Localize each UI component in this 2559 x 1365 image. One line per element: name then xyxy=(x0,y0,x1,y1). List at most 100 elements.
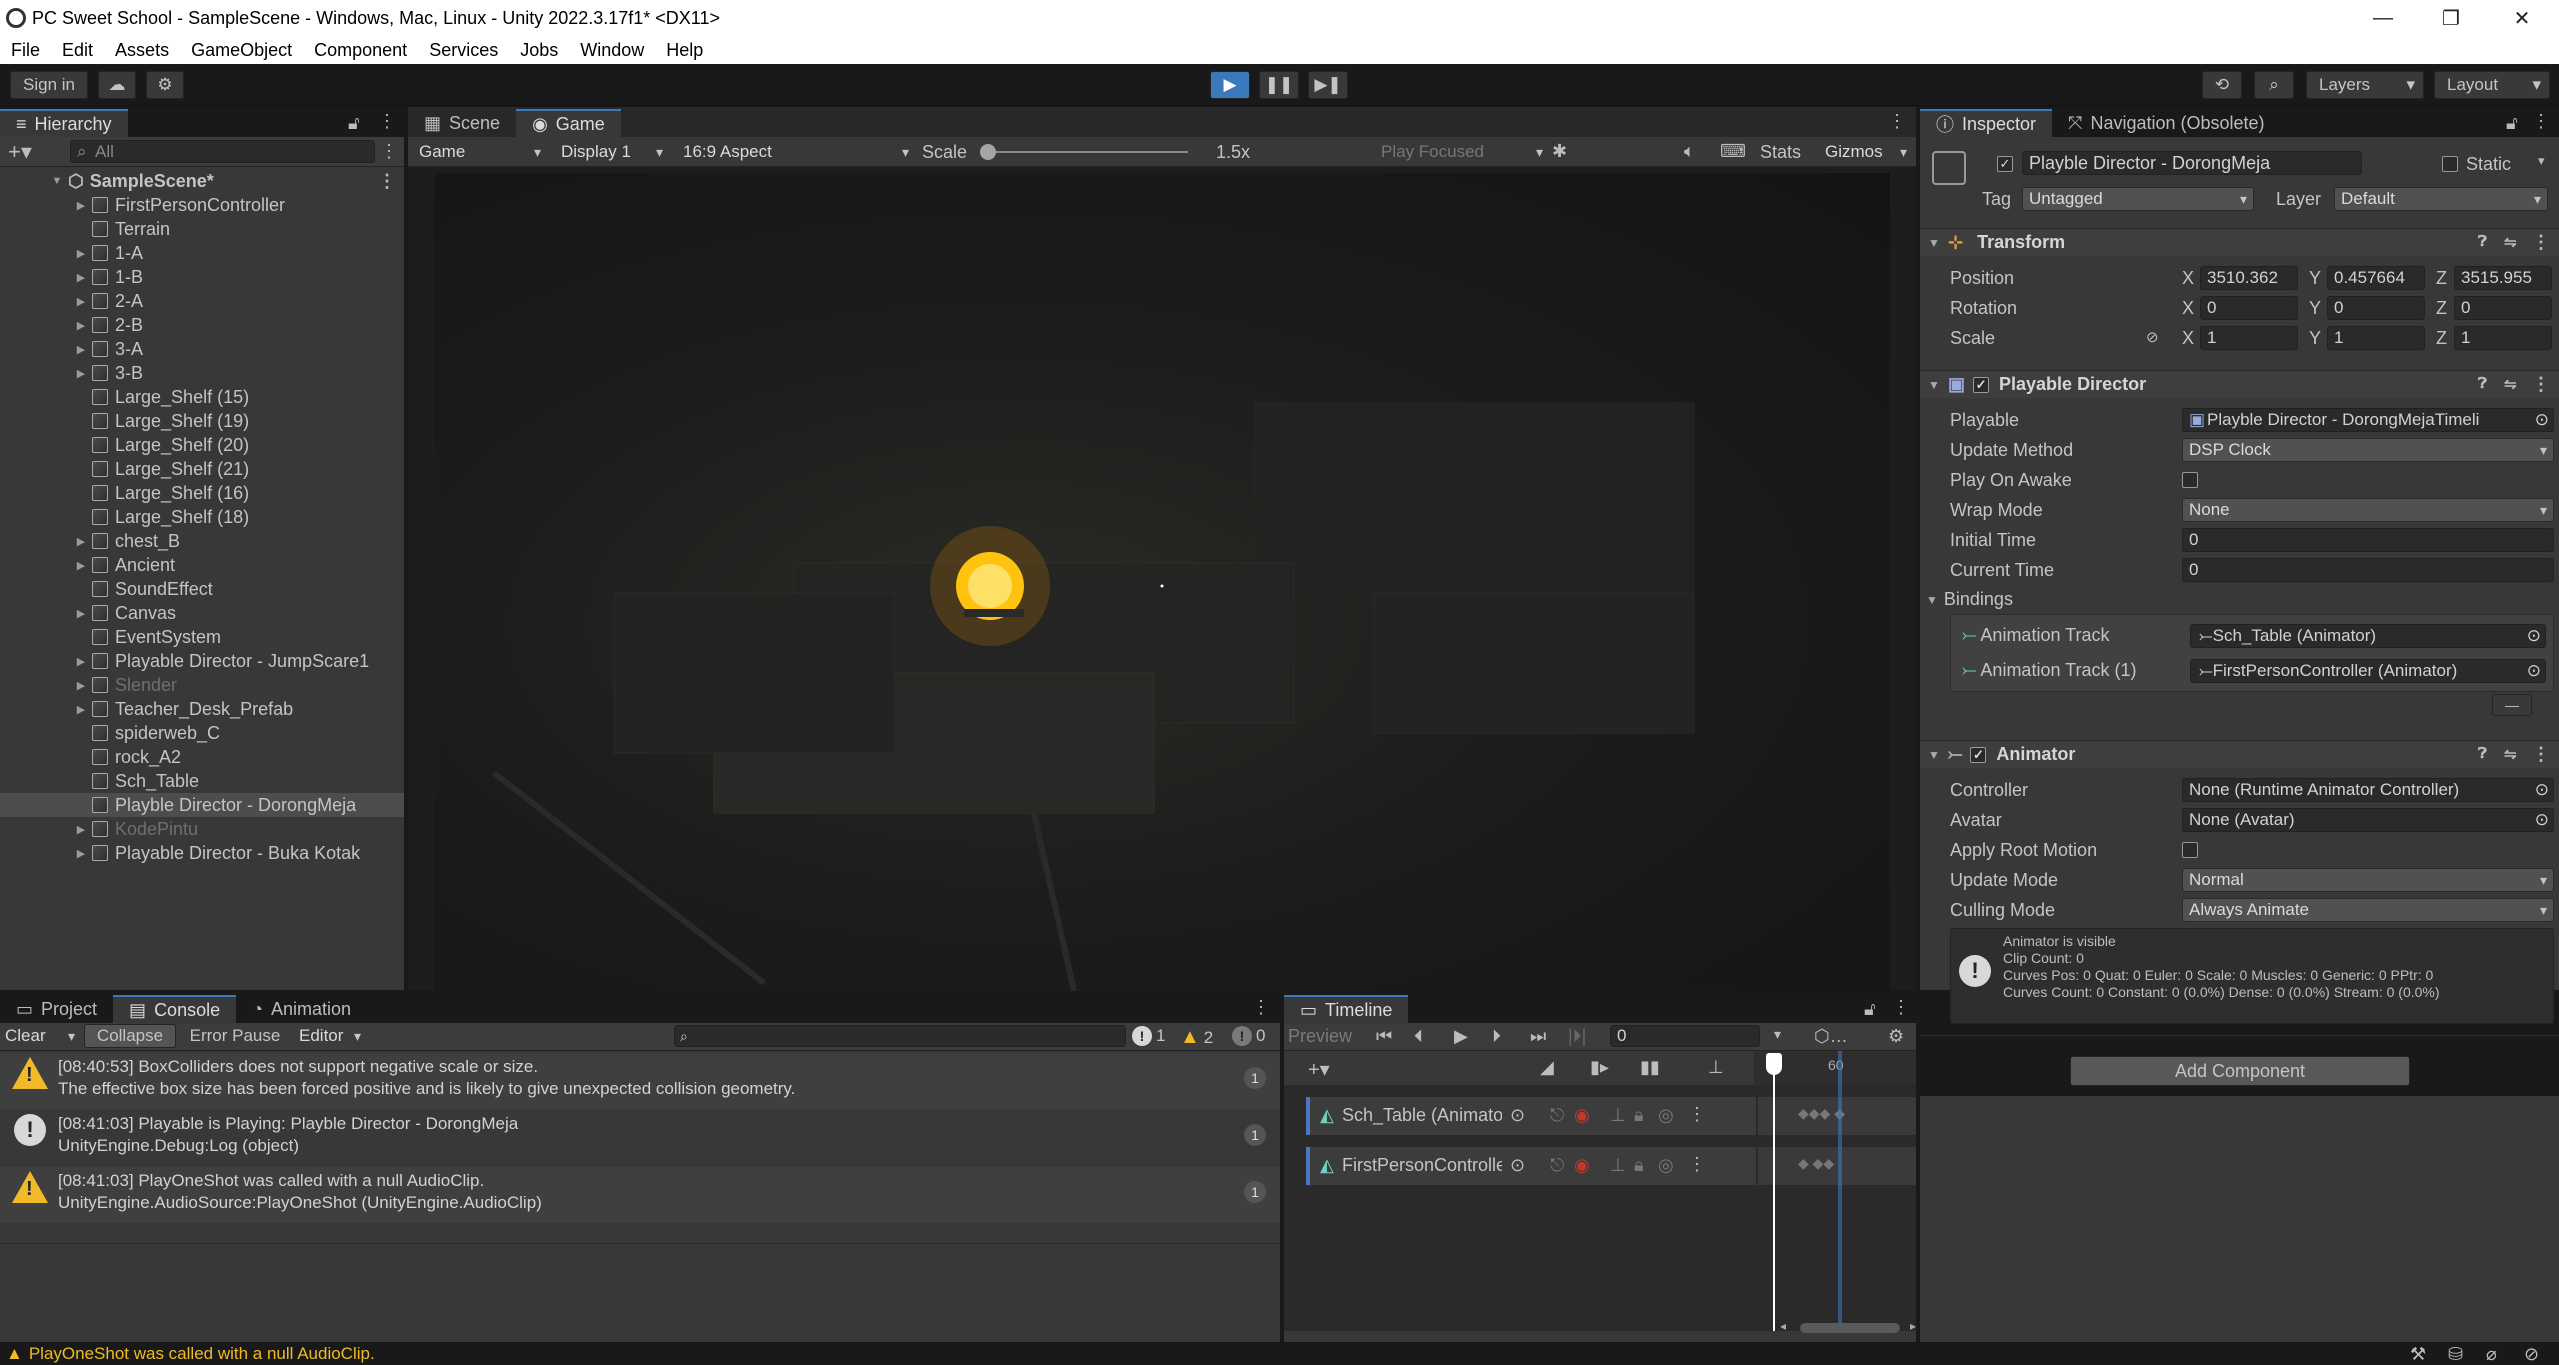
object-picker-icon[interactable]: ⊙ xyxy=(2527,661,2541,681)
transform-component-header[interactable]: ▼ ⊹ Transform ❓︎ ⇋ ⋮ xyxy=(1920,228,2559,256)
editor-dropdown[interactable]: Editor xyxy=(292,1024,368,1048)
scroll-right-icon[interactable]: ▸ xyxy=(1910,1319,1916,1333)
hierarchy-search-input[interactable]: ⌕ All xyxy=(70,140,375,163)
tab-timeline[interactable]: ▭ Timeline xyxy=(1284,995,1409,1023)
audio-mute-icon[interactable]: 🔈︎ xyxy=(1684,141,1695,162)
expand-arrow-icon[interactable]: ▶ xyxy=(74,295,88,308)
menu-file[interactable]: File xyxy=(11,40,40,61)
expand-arrow-icon[interactable]: ▶ xyxy=(74,199,88,212)
step-button[interactable]: ▶❚ xyxy=(1308,71,1348,99)
game-mode-dropdown[interactable]: Game xyxy=(412,140,548,164)
display-dropdown[interactable]: Display 1 xyxy=(554,140,670,164)
cache-icon[interactable]: ⛁ xyxy=(2448,1344,2463,1365)
add-track-icon[interactable]: +▾ xyxy=(1308,1057,1330,1082)
bug-icon[interactable]: ✱ xyxy=(1552,141,1567,162)
pause-button[interactable]: ❚❚ xyxy=(1259,71,1299,99)
lock-icon[interactable]: 🔓︎ xyxy=(348,113,360,134)
expand-arrow-icon[interactable]: ▶ xyxy=(74,847,88,860)
stats-button[interactable]: Stats xyxy=(1760,142,1801,163)
preset-icon[interactable]: ⇋ xyxy=(2504,745,2517,763)
visibility-icon[interactable]: ◎ xyxy=(1658,1155,1674,1176)
help-icon[interactable]: ❓︎ xyxy=(2478,745,2487,762)
link-icon[interactable]: ⊘ xyxy=(2146,328,2159,346)
rotation-x-field[interactable]: 0 xyxy=(2200,296,2298,320)
active-checkbox[interactable]: ✓ xyxy=(1997,156,2013,172)
expand-arrow-icon[interactable]: ▶ xyxy=(74,607,88,620)
wrap-mode-dropdown[interactable]: None xyxy=(2182,498,2554,522)
expand-arrow-icon[interactable]: ▶ xyxy=(74,823,88,836)
console-entry[interactable]: [08:41:03] PlayOneShot was called with a… xyxy=(0,1167,1280,1223)
horizontal-scrollbar[interactable]: ◂ ▸ xyxy=(1780,1319,1916,1335)
gameobject-icon[interactable]: ⬡… xyxy=(1814,1026,1848,1047)
error-pause-toggle[interactable]: Error Pause xyxy=(180,1024,290,1048)
preview-toggle[interactable]: Preview xyxy=(1288,1026,1352,1047)
position-z-field[interactable]: 3515.955 xyxy=(2454,266,2552,290)
error-count-toggle[interactable]: ! 0 xyxy=(1232,1026,1265,1046)
progress-icon[interactable]: ⌀ xyxy=(2486,1344,2497,1365)
game-render-viewport[interactable] xyxy=(434,173,1890,991)
playhead-handle[interactable] xyxy=(1766,1053,1782,1075)
clip-edit-mode-icon[interactable]: ◢ xyxy=(1540,1057,1554,1078)
apply-root-motion-checkbox[interactable] xyxy=(2182,842,2198,858)
scroll-left-icon[interactable]: ◂ xyxy=(1780,1319,1786,1333)
hierarchy-item[interactable]: ▶ Ancient xyxy=(0,553,404,577)
more-options-icon[interactable]: ⋮ xyxy=(378,171,396,192)
initial-time-field[interactable]: 0 xyxy=(2182,528,2554,552)
maximize-button[interactable]: ❐ xyxy=(2417,0,2485,36)
aspect-dropdown[interactable]: 16:9 Aspect xyxy=(676,140,916,164)
hierarchy-item[interactable]: Large_Shelf (21) xyxy=(0,457,404,481)
menu-window[interactable]: Window xyxy=(580,40,644,61)
ripple-mode-icon[interactable]: ▮▸ xyxy=(1590,1057,1609,1078)
object-picker-icon[interactable]: ⊙ xyxy=(2535,810,2549,830)
visibility-icon[interactable]: ◎ xyxy=(1658,1105,1674,1126)
minimize-button[interactable]: — xyxy=(2349,0,2417,36)
more-options-icon[interactable]: ⋮ xyxy=(2532,232,2550,253)
more-options-icon[interactable]: ⋮ xyxy=(2532,374,2550,395)
console-entry[interactable]: ! [08:41:03] Playable is Playing: Playbl… xyxy=(0,1110,1280,1166)
more-options-icon[interactable]: ⋮ xyxy=(2532,111,2550,132)
enabled-checkbox[interactable]: ✓ xyxy=(1970,746,1987,763)
preset-icon[interactable]: ⇋ xyxy=(2504,375,2517,393)
avatar-mask-icon[interactable]: ⎋ xyxy=(1550,1155,1564,1176)
hierarchy-item[interactable]: ▶ Playable Director - Buka Kotak xyxy=(0,841,404,865)
hierarchy-item[interactable]: ▶ 1-A xyxy=(0,241,404,265)
tab-animation[interactable]: ◔ Animation xyxy=(236,995,367,1023)
frame-field[interactable]: 0 xyxy=(1610,1025,1760,1047)
play-button[interactable]: ▶ xyxy=(1210,71,1250,99)
info-count-toggle[interactable]: ! 1 xyxy=(1132,1026,1165,1046)
expand-arrow-icon[interactable]: ▶ xyxy=(74,343,88,356)
expand-arrow-icon[interactable]: ▼ xyxy=(50,175,64,187)
performance-icon[interactable]: ⊘ xyxy=(2524,1344,2539,1365)
tab-console[interactable]: ▤ Console xyxy=(113,995,237,1023)
history-icon[interactable]: ⟲ xyxy=(2202,71,2242,99)
range-play-icon[interactable]: |⏵| xyxy=(1568,1026,1586,1047)
pin-icon[interactable]: ⊥ xyxy=(1610,1155,1626,1176)
bindings-foldout[interactable]: ▼ Bindings xyxy=(1926,589,2013,610)
hierarchy-item[interactable]: Large_Shelf (20) xyxy=(0,433,404,457)
cloud-icon[interactable]: ☁ xyxy=(98,71,136,99)
layout-dropdown[interactable]: Layout ▾ xyxy=(2434,71,2550,99)
hierarchy-item[interactable]: ▶ 1-B xyxy=(0,265,404,289)
add-component-button[interactable]: Add Component xyxy=(2070,1056,2410,1086)
expand-arrow-icon[interactable]: ▶ xyxy=(74,319,88,332)
layers-dropdown[interactable]: Layers ▾ xyxy=(2306,71,2424,99)
menu-edit[interactable]: Edit xyxy=(62,40,93,61)
expand-arrow-icon[interactable]: ▶ xyxy=(74,271,88,284)
tab-navigation[interactable]: ⤧ Navigation (Obsolete) xyxy=(2052,109,2281,137)
scale-slider-thumb[interactable] xyxy=(980,144,996,160)
enabled-checkbox[interactable]: ✓ xyxy=(1973,376,1990,393)
object-picker-icon[interactable]: ⊙ xyxy=(2530,410,2549,430)
add-icon[interactable]: +▾ xyxy=(8,139,32,165)
expand-arrow-icon[interactable]: ▶ xyxy=(74,535,88,548)
hierarchy-item[interactable]: spiderweb_C xyxy=(0,721,404,745)
object-picker-icon[interactable]: ⊙ xyxy=(1510,1155,1525,1176)
lock-icon[interactable]: 🔓︎ xyxy=(1864,999,1876,1020)
settings-gear-icon[interactable]: ⚙ xyxy=(1888,1026,1904,1047)
playable-director-header[interactable]: ▼ ▣ ✓ Playable Director ❓︎ ⇋ ⋮ xyxy=(1920,370,2559,398)
scene-root[interactable]: ▼ ⬡ SampleScene* ⋮ xyxy=(0,169,404,193)
console-detail-divider[interactable] xyxy=(0,1243,1280,1244)
hierarchy-item[interactable]: Sch_Table xyxy=(0,769,404,793)
record-icon[interactable]: ◉ xyxy=(1574,1105,1590,1126)
close-button[interactable]: ✕ xyxy=(2488,0,2556,36)
jump-start-icon[interactable]: ⏮ xyxy=(1376,1026,1392,1047)
